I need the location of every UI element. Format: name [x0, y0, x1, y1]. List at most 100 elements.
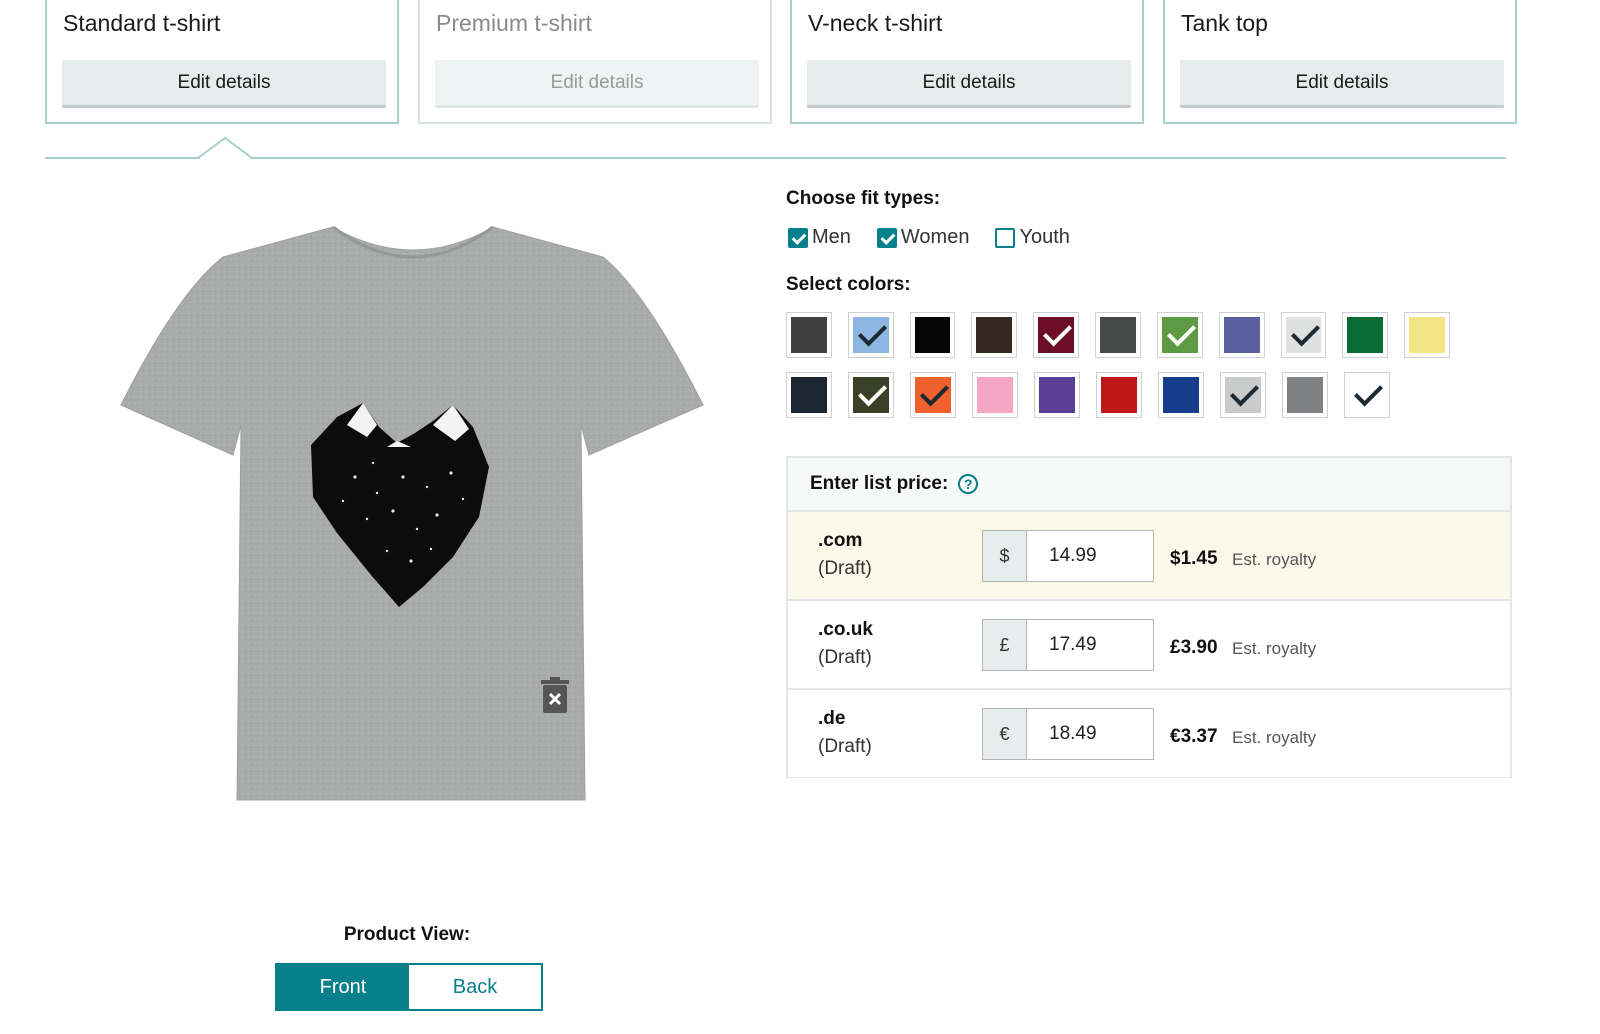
- royalty-label: Est. royalty: [1232, 639, 1317, 658]
- product-view-label: Product View:: [343, 924, 471, 945]
- product-view-toggle: Front Back: [275, 963, 543, 1011]
- fit-label: Women: [900, 226, 970, 248]
- fit-types-heading: Choose fit types:: [786, 188, 941, 209]
- product-card-standard[interactable]: Standard t-shirt Edit details: [45, 0, 399, 124]
- swatch-fill: [1347, 317, 1384, 353]
- currency-symbol: £: [982, 619, 1027, 671]
- color-swatch-white[interactable]: [1344, 372, 1390, 418]
- color-swatch-kelly-green[interactable]: [1342, 312, 1389, 358]
- price-row-com: .com (Draft) $ $1.45 Est. royalty: [788, 512, 1510, 601]
- color-swatch-navy[interactable]: [786, 372, 832, 418]
- view-back-button[interactable]: Back: [409, 965, 541, 1009]
- color-swatch-lemon[interactable]: [1404, 312, 1450, 358]
- colors-heading: Select colors:: [786, 274, 911, 295]
- product-card-tank-top[interactable]: Tank top Edit details: [1163, 0, 1517, 124]
- checkbox-youth[interactable]: [995, 227, 1016, 248]
- marketplace-name: .de: [818, 708, 846, 729]
- list-price-panel: Enter list price: ? .com (Draft) $ $1.45…: [786, 456, 1512, 778]
- fit-option-youth[interactable]: Youth: [995, 226, 1070, 249]
- color-swatch-red[interactable]: [1096, 372, 1142, 418]
- royalty-value: $1.45: [1170, 548, 1218, 569]
- swatch-fill: [791, 317, 827, 353]
- color-swatch-cranberry[interactable]: [1033, 312, 1080, 358]
- product-card-title: V-neck t-shirt: [808, 10, 943, 36]
- color-swatch-grid: [786, 312, 1466, 432]
- swatch-fill: [1101, 377, 1137, 413]
- marketplace-status: (Draft): [818, 736, 872, 757]
- swatch-checkmark-icon: [1161, 317, 1198, 353]
- fit-types-group: Men Women Youth: [788, 226, 1096, 249]
- swatch-fill: [1039, 377, 1075, 413]
- color-swatch-purple[interactable]: [1034, 372, 1080, 418]
- color-swatch-brown[interactable]: [971, 312, 1018, 358]
- color-swatch-olive[interactable]: [848, 372, 894, 418]
- royalty-label: Est. royalty: [1232, 550, 1317, 569]
- fit-label: Youth: [1019, 226, 1070, 248]
- list-price-header: Enter list price: ?: [788, 458, 1510, 512]
- color-swatch-baby-blue[interactable]: [847, 312, 894, 358]
- edit-details-button[interactable]: Edit details: [435, 60, 759, 108]
- edit-details-button[interactable]: Edit details: [62, 60, 386, 108]
- color-swatch-asphalt[interactable]: [786, 312, 832, 358]
- swatch-checkmark-icon: [915, 377, 951, 413]
- list-price-heading: Enter list price:: [810, 473, 949, 494]
- swatch-fill: [1409, 317, 1445, 353]
- swatch-checkmark-icon: [1349, 377, 1385, 413]
- color-swatch-orange[interactable]: [910, 372, 956, 418]
- swatch-fill: [976, 317, 1013, 353]
- checkbox-men[interactable]: [788, 227, 808, 248]
- card-divider: [45, 157, 1506, 159]
- swatch-checkmark-icon: [852, 317, 889, 353]
- royalty-value: £3.90: [1170, 637, 1218, 658]
- price-input-de[interactable]: [1027, 708, 1154, 760]
- swatch-checkmark-icon: [853, 377, 889, 413]
- price-input-com[interactable]: [1027, 530, 1154, 582]
- swatch-fill: [1163, 377, 1199, 413]
- color-swatch-black[interactable]: [909, 312, 956, 358]
- swatch-fill: [1223, 317, 1260, 353]
- marketplace-name: .co.uk: [818, 619, 873, 640]
- swatch-fill: [791, 377, 827, 413]
- marketplace-status: (Draft): [818, 647, 872, 668]
- color-swatch-pink[interactable]: [972, 372, 1018, 418]
- selected-card-pointer: [198, 136, 252, 160]
- swatch-fill: [977, 377, 1013, 413]
- product-card-title: Standard t-shirt: [63, 10, 221, 36]
- swatch-fill: [1100, 317, 1136, 353]
- swatch-fill: [1287, 377, 1323, 413]
- swatch-checkmark-icon: [1225, 377, 1261, 413]
- color-swatch-royal-blue[interactable]: [1158, 372, 1204, 418]
- swatch-row: [786, 372, 1466, 418]
- color-swatch-heather-grey[interactable]: [1280, 312, 1327, 358]
- price-row-de: .de (Draft) € €3.37 Est. royalty: [788, 690, 1510, 777]
- royalty-value: €3.37: [1170, 726, 1218, 747]
- color-swatch-heather-blue[interactable]: [1218, 312, 1265, 358]
- fit-option-women[interactable]: Women: [876, 226, 970, 249]
- price-row-co-uk: .co.uk (Draft) £ £3.90 Est. royalty: [788, 601, 1510, 690]
- color-swatch-dark-heather[interactable]: [1095, 312, 1141, 358]
- royalty-label: Est. royalty: [1232, 728, 1317, 747]
- fit-option-men[interactable]: Men: [788, 226, 851, 249]
- swatch-fill: [914, 317, 951, 353]
- currency-symbol: €: [982, 708, 1027, 760]
- question-circle-icon[interactable]: ?: [958, 474, 979, 494]
- product-card-premium[interactable]: Premium t-shirt Edit details: [418, 0, 772, 124]
- delete-design-icon[interactable]: [540, 677, 570, 713]
- color-swatch-silver[interactable]: [1220, 372, 1266, 418]
- currency-symbol: $: [982, 530, 1027, 582]
- checkbox-women[interactable]: [876, 227, 897, 248]
- swatch-checkmark-icon: [1038, 317, 1075, 353]
- color-swatch-slate[interactable]: [1282, 372, 1328, 418]
- product-card-vneck[interactable]: V-neck t-shirt Edit details: [790, 0, 1144, 124]
- color-swatch-grass[interactable]: [1156, 312, 1203, 358]
- product-card-title: Tank top: [1181, 10, 1268, 36]
- edit-details-button[interactable]: Edit details: [1180, 60, 1504, 108]
- marketplace-name: .com: [818, 530, 863, 551]
- product-card-title: Premium t-shirt: [436, 10, 592, 36]
- swatch-checkmark-icon: [1285, 317, 1322, 353]
- swatch-row: [786, 312, 1466, 358]
- view-front-button[interactable]: Front: [277, 965, 409, 1009]
- edit-details-button[interactable]: Edit details: [807, 60, 1131, 108]
- fit-label: Men: [812, 226, 851, 248]
- price-input-co-uk[interactable]: [1027, 619, 1154, 671]
